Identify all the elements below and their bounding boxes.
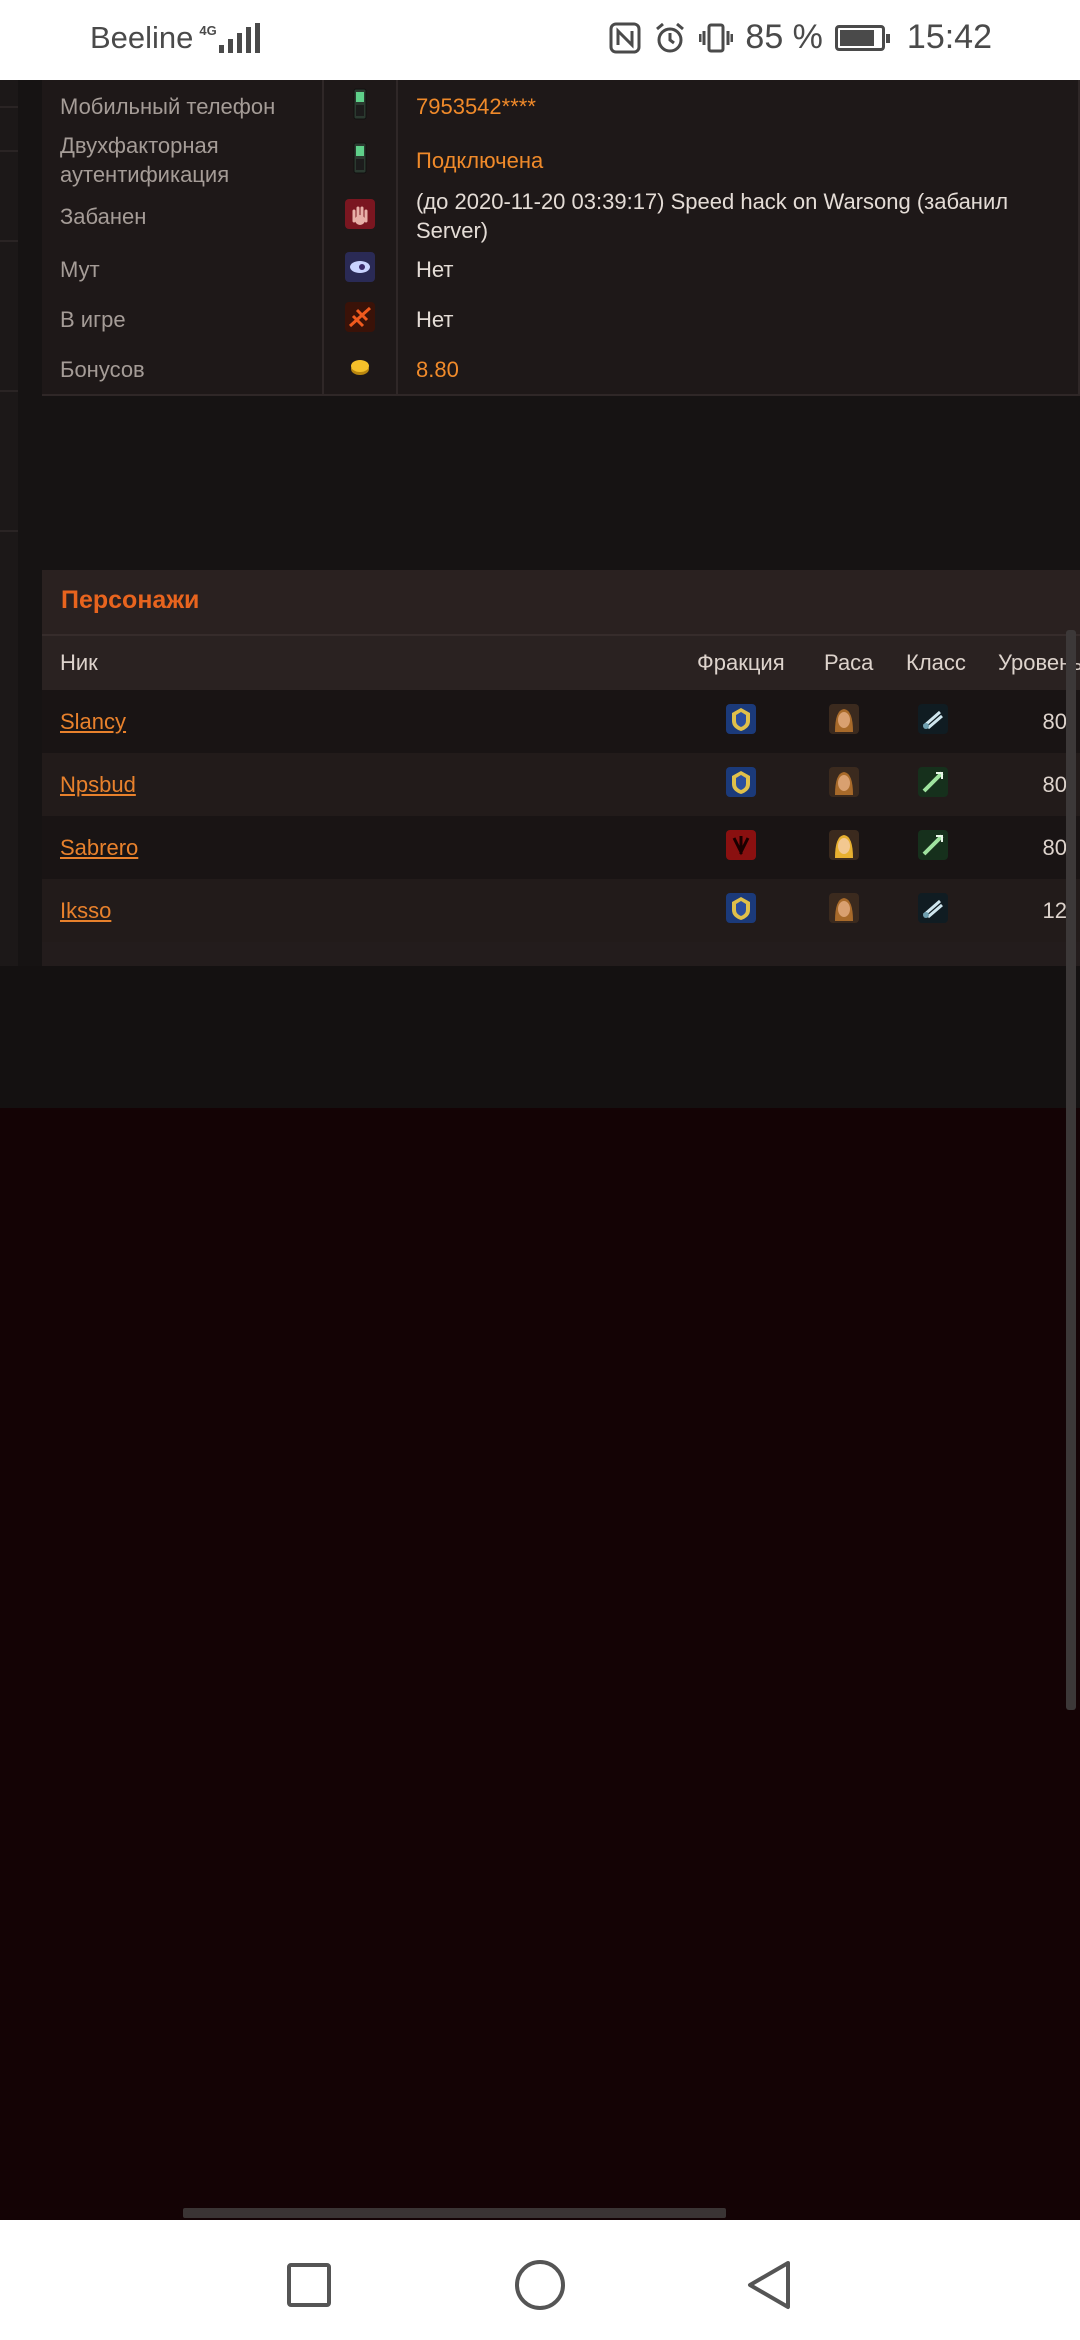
carrier-name: Beeline xyxy=(90,20,194,55)
character-level: 12 xyxy=(1042,897,1067,923)
info-icon-cell xyxy=(324,132,398,188)
info-label: Двухфакторная аутентификация xyxy=(42,132,324,188)
info-row: В игре Нет xyxy=(42,294,1080,346)
characters-title-bar: Персонажи xyxy=(42,570,1080,636)
race-human-female-icon xyxy=(829,892,859,929)
coin-icon xyxy=(349,356,371,383)
header-nick: Ник xyxy=(60,650,98,675)
info-label: Мут xyxy=(42,244,324,294)
info-icon-cell xyxy=(324,244,398,294)
vertical-scrollbar[interactable] xyxy=(1066,630,1076,1710)
status-icons: 85 % 15:42 xyxy=(609,18,992,57)
class-hunter-icon xyxy=(918,766,948,803)
mute-icon xyxy=(345,251,375,287)
ban-hand-icon xyxy=(345,198,375,234)
info-icon-cell xyxy=(324,344,398,394)
class-hunter-icon xyxy=(918,829,948,866)
square-nav-icon xyxy=(287,2263,331,2307)
mobile-phone-icon xyxy=(346,141,374,180)
home-button[interactable] xyxy=(513,2258,567,2312)
character-nick-link[interactable]: Sabrero xyxy=(60,835,138,861)
info-row: Забанен (до 2020-11-20 03:39:17) Speed ha… xyxy=(42,188,1080,246)
info-label: В игре xyxy=(42,294,324,344)
header-faction: Фракция xyxy=(697,650,785,675)
race-human-female-icon xyxy=(829,766,859,803)
info-label: Мобильный телефон xyxy=(42,80,324,132)
info-icon-cell xyxy=(324,294,398,344)
vibrate-icon xyxy=(699,23,734,52)
info-icon-cell xyxy=(324,80,398,132)
info-row: Бонусов 8.80 xyxy=(42,344,1080,396)
carrier-area: Beeline 4G xyxy=(90,20,260,56)
header-race: Раса xyxy=(824,650,874,675)
info-value: Подключена xyxy=(398,132,1080,188)
page-footer-area xyxy=(0,966,1080,1108)
info-label: Бонусов xyxy=(42,344,324,394)
recent-apps-button[interactable] xyxy=(282,2258,336,2312)
character-level: 80 xyxy=(1042,708,1067,734)
alarm-icon xyxy=(656,22,685,52)
mobile-phone-icon xyxy=(346,87,374,126)
character-row: Sabrero 80 xyxy=(42,816,1080,879)
horizontal-scrollbar[interactable] xyxy=(183,2208,726,2218)
web-page: Мобильный телефон 7953542**** Двухфакторна… xyxy=(0,80,1080,1710)
race-blood-elf-female-icon xyxy=(829,829,859,866)
battery-icon xyxy=(834,24,890,51)
in-game-icon xyxy=(345,301,375,337)
info-value: Нет xyxy=(398,294,1080,344)
info-value: Нет xyxy=(398,244,1080,294)
info-row: Мобильный телефон 7953542**** xyxy=(42,80,1080,134)
characters-title: Персонажи xyxy=(61,586,200,614)
info-value: (до 2020-11-20 03:39:17) Speed hack on W… xyxy=(398,188,1080,244)
character-nick-link[interactable]: Npsbud xyxy=(60,772,136,798)
back-button[interactable] xyxy=(742,2258,796,2312)
character-level: 80 xyxy=(1042,771,1067,797)
header-class: Класс xyxy=(906,650,966,675)
info-icon-cell xyxy=(324,188,398,244)
info-label: Забанен xyxy=(42,188,324,244)
circle-nav-icon xyxy=(515,2260,565,2310)
info-value: 7953542**** xyxy=(398,80,1080,132)
navigation-bar xyxy=(0,2220,1080,2340)
left-gutter xyxy=(0,80,18,968)
info-row: Двухфакторная аутентификация Подключена xyxy=(42,132,1080,190)
character-level: 80 xyxy=(1042,834,1067,860)
race-human-female-icon xyxy=(829,703,859,740)
alliance-faction-icon xyxy=(726,892,756,929)
horde-faction-icon xyxy=(726,829,756,866)
info-row: Мут Нет xyxy=(42,244,1080,296)
network-type: 4G xyxy=(199,22,217,38)
class-rogue-icon xyxy=(918,892,948,929)
battery-percent: 85 % xyxy=(745,18,823,56)
character-nick-link[interactable]: Slancy xyxy=(60,709,126,735)
characters-panel: Персонажи Ник Фракция Раса Класс Уровень… xyxy=(42,570,1080,966)
character-row: Slancy 80 xyxy=(42,690,1080,753)
class-rogue-icon xyxy=(918,703,948,740)
character-nick-link[interactable]: Iksso xyxy=(60,898,111,924)
signal-icon xyxy=(218,23,260,53)
nfc-icon xyxy=(609,22,641,53)
alliance-faction-icon xyxy=(726,766,756,803)
triangle-back-icon xyxy=(748,2261,790,2309)
character-row: Npsbud 80 xyxy=(42,753,1080,816)
alliance-faction-icon xyxy=(726,703,756,740)
character-row: Iksso 12 xyxy=(42,879,1080,942)
characters-header-row: Ник Фракция Раса Класс Уровень xyxy=(42,636,1080,690)
clock: 15:42 xyxy=(906,18,992,56)
status-bar: Beeline 4G 85 % 15:42 xyxy=(0,0,1080,80)
info-value: 8.80 xyxy=(398,344,1080,394)
